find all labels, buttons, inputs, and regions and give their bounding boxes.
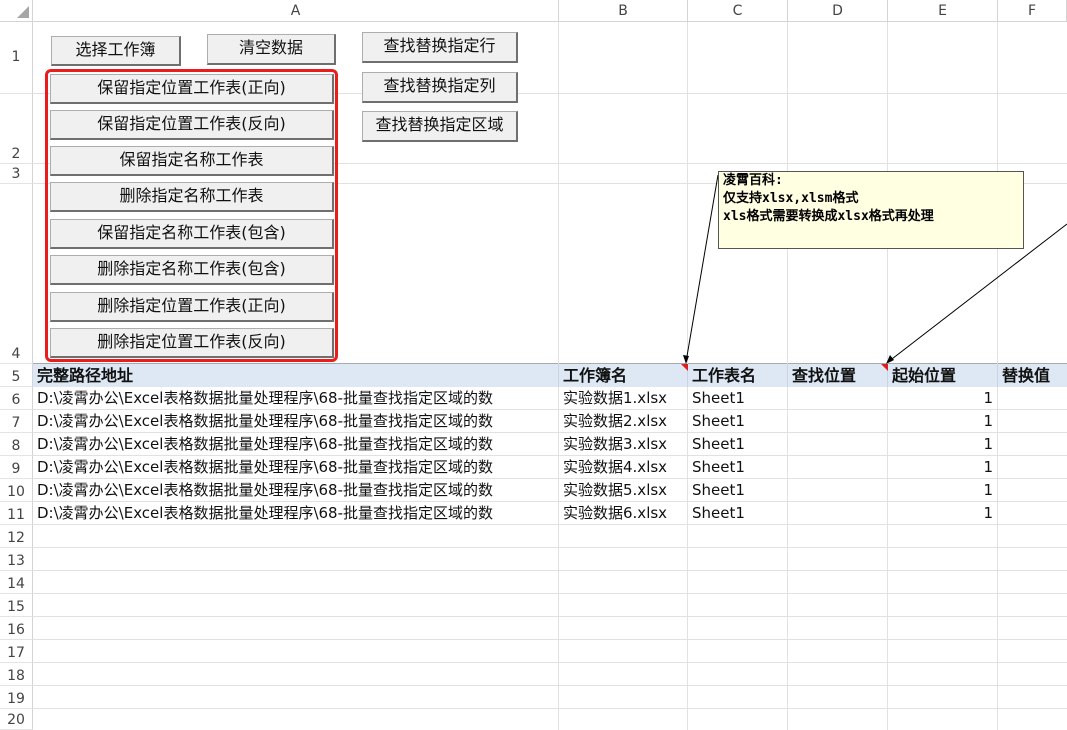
comment-arrow-line xyxy=(685,174,719,363)
comment-line-2: 仅支持xlsx,xlsm格式 xyxy=(723,191,859,206)
comment-arrows xyxy=(683,174,1067,364)
cell-comment-box: 凌霄百科: 仅支持xlsx,xlsm格式 xls格式需要转换成xlsx格式再处理 xyxy=(718,171,1024,249)
arrow-head-icon xyxy=(886,355,894,364)
arrow-head-icon xyxy=(683,355,689,364)
comment-line-3: xls格式需要转换成xlsx格式再处理 xyxy=(723,209,934,224)
comment-line-1: 凌霄百科: xyxy=(723,173,783,188)
